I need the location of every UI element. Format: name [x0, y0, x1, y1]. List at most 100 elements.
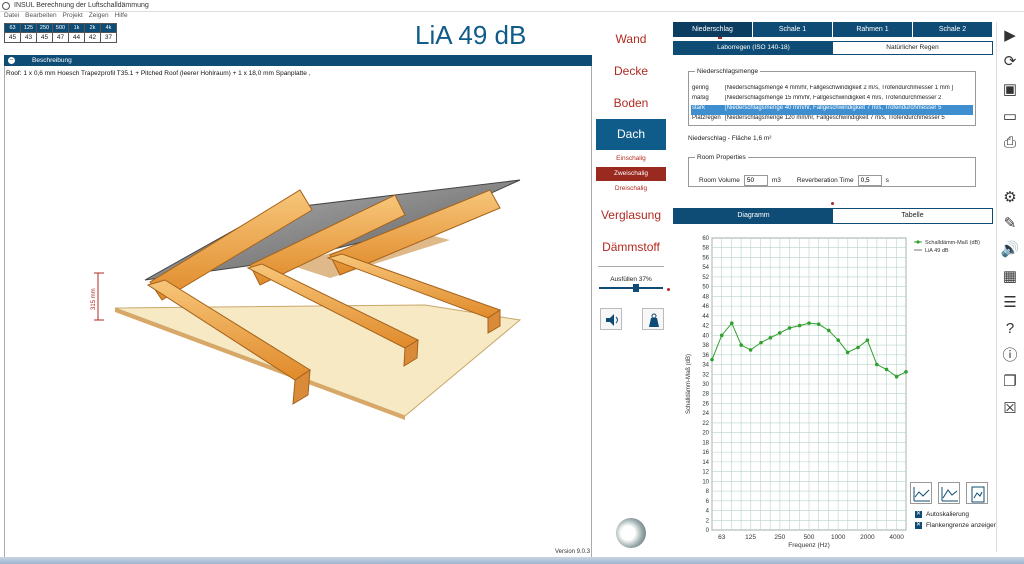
data-point	[748, 348, 753, 352]
chart-compare-button[interactable]	[938, 482, 960, 504]
menu-projekt[interactable]: Projekt	[63, 12, 83, 19]
speaker-button[interactable]	[600, 308, 622, 330]
y-tick-label: 12	[702, 470, 709, 476]
y-tick-label: 38	[702, 343, 709, 349]
info-icon: ⓘ	[1002, 346, 1018, 364]
nav-decke[interactable]: Decke	[596, 64, 666, 82]
autoscale-label: Autoskalierung	[926, 511, 969, 518]
y-tick-label: 2	[706, 518, 710, 524]
data-point	[807, 321, 811, 325]
copy-button[interactable]: ❐	[999, 370, 1021, 392]
sub-zweischalig[interactable]: Zweischalig	[596, 167, 666, 181]
sound-button[interactable]: 🔊	[999, 238, 1021, 260]
nav-daemmstoff[interactable]: Dämmstoff	[596, 240, 666, 258]
data-point	[894, 374, 899, 379]
y-tick-label: 46	[702, 304, 709, 310]
tab-niederschlag[interactable]: Niederschlag	[673, 22, 753, 37]
row-desc: [Niederschlagsmenge 120 mm/hr, Fallgesch…	[725, 115, 945, 121]
tab-natuerlicher-regen[interactable]: Natürlicher Regen	[833, 42, 992, 54]
collapse-icon[interactable]: –	[8, 57, 15, 64]
fill-slider-handle[interactable]	[633, 284, 639, 292]
freq-header: 500	[52, 23, 69, 33]
nav-verglasung[interactable]: Verglasung	[596, 208, 666, 226]
y-tick-label: 34	[702, 363, 709, 369]
data-point	[787, 326, 792, 330]
list-item[interactable]: gering [Niederschlagsmenge 4 mm/hr, Fallg…	[691, 85, 973, 95]
tab-laborregen[interactable]: Laborregen (ISO 140-18)	[674, 42, 833, 54]
data-point	[865, 338, 870, 342]
menu-datei[interactable]: Datei	[4, 12, 19, 19]
app-icon	[2, 2, 10, 10]
flank-label: Flankengrenze anzeigen	[926, 522, 998, 529]
menu-hilfe[interactable]: Hilfe	[115, 12, 128, 19]
list-item[interactable]: mäßig [Niederschlagsmenge 15 mm/hr, Fallg…	[691, 95, 973, 105]
x-axis-label: Frequenz (Hz)	[788, 542, 830, 549]
freq-value: 45	[36, 32, 53, 43]
y-tick-label: 22	[702, 421, 709, 427]
legend-marker	[916, 240, 920, 244]
print-button[interactable]: ⎙	[999, 131, 1021, 153]
freq-value: 45	[4, 32, 21, 43]
flank-checkbox[interactable]: ✕ Flankengrenze anzeigen	[915, 522, 997, 529]
room-volume-label: Room Volume	[699, 177, 740, 184]
y-tick-label: 58	[702, 246, 709, 252]
chart-export-button[interactable]	[966, 482, 988, 504]
divider	[598, 266, 664, 267]
settings-button[interactable]: ⚙	[999, 186, 1021, 208]
save-button[interactable]: ▣	[999, 78, 1021, 100]
data-point	[797, 323, 802, 328]
y-tick-label: 20	[702, 431, 709, 437]
weight-button[interactable]	[642, 308, 664, 330]
y-tick-label: 54	[702, 265, 709, 271]
nav-dach[interactable]: Dach	[596, 119, 666, 150]
y-tick-label: 42	[702, 324, 709, 330]
data-point	[768, 335, 773, 340]
checklist-icon: ☰	[1003, 294, 1017, 311]
tab-rahmen-1[interactable]: Rahmen 1	[833, 22, 913, 37]
reverberation-input[interactable]	[857, 175, 882, 186]
refresh-button[interactable]: ⟳	[999, 50, 1021, 72]
menu-bearbeiten[interactable]: Bearbeiten	[25, 12, 56, 19]
list-button[interactable]: ☰	[999, 291, 1021, 313]
folder-icon: ▭	[1002, 108, 1018, 125]
description-label: Beschreibung	[32, 57, 72, 64]
freq-header: 250	[36, 23, 53, 33]
x-tick-label: 63	[718, 534, 726, 541]
x-tick-label: 125	[745, 534, 756, 541]
description-bar[interactable]: – Beschreibung	[4, 55, 592, 66]
fill-slider-track[interactable]	[599, 287, 663, 289]
freq-header: 2k	[84, 23, 101, 33]
sub-dreischalig[interactable]: Dreischalig	[596, 185, 666, 195]
room-volume-input[interactable]	[743, 175, 768, 186]
clear-button[interactable]: ☒	[999, 397, 1021, 419]
edit-button[interactable]: ✎	[999, 212, 1021, 234]
tab-schale-2[interactable]: Schale 2	[913, 22, 993, 37]
data-point	[836, 338, 840, 342]
y-tick-label: 8	[706, 489, 710, 495]
list-item[interactable]: Platzregen [Niederschlagsmenge 120 mm/hr,…	[691, 115, 973, 125]
freq-value: 47	[52, 32, 69, 43]
tab-schale-1[interactable]: Schale 1	[753, 22, 833, 37]
play-button[interactable]: ▶	[999, 24, 1021, 46]
reverberation-label: Reverberation Time	[796, 177, 854, 184]
nav-wand[interactable]: Wand	[596, 32, 666, 50]
chart-view-button[interactable]	[910, 482, 932, 504]
sub-einschalig[interactable]: Einschalig	[596, 155, 666, 165]
tab-diagramm[interactable]: Diagramm	[674, 209, 833, 223]
row-desc: [Niederschlagsmenge 4 mm/hr, Fallgeschwi…	[725, 85, 954, 91]
open-button[interactable]: ▭	[999, 105, 1021, 127]
calculator-button[interactable]: ▦	[999, 265, 1021, 287]
save-icon: ▣	[1002, 81, 1018, 98]
checkbox-checked-icon: ✕	[915, 522, 922, 529]
data-point	[816, 322, 821, 326]
tab-tabelle[interactable]: Tabelle	[833, 209, 992, 223]
info-button[interactable]: ⓘ	[999, 343, 1021, 365]
nav-boden[interactable]: Boden	[596, 96, 666, 114]
autoscale-checkbox[interactable]: ✕ Autoskalierung	[915, 511, 969, 518]
help-button[interactable]: ?	[999, 317, 1021, 339]
list-item[interactable]: stark [Niederschlagsmenge 40 mm/hr, Fallg…	[691, 105, 973, 115]
data-point	[719, 333, 724, 338]
construction-description: Roof: 1 x 0,6 mm Hoesch Trapezprofil T35…	[6, 70, 311, 77]
title-bar: INSUL Berechnung der Luftschalldämmung	[0, 0, 1024, 12]
menu-zeigen[interactable]: Zeigen	[89, 12, 109, 19]
